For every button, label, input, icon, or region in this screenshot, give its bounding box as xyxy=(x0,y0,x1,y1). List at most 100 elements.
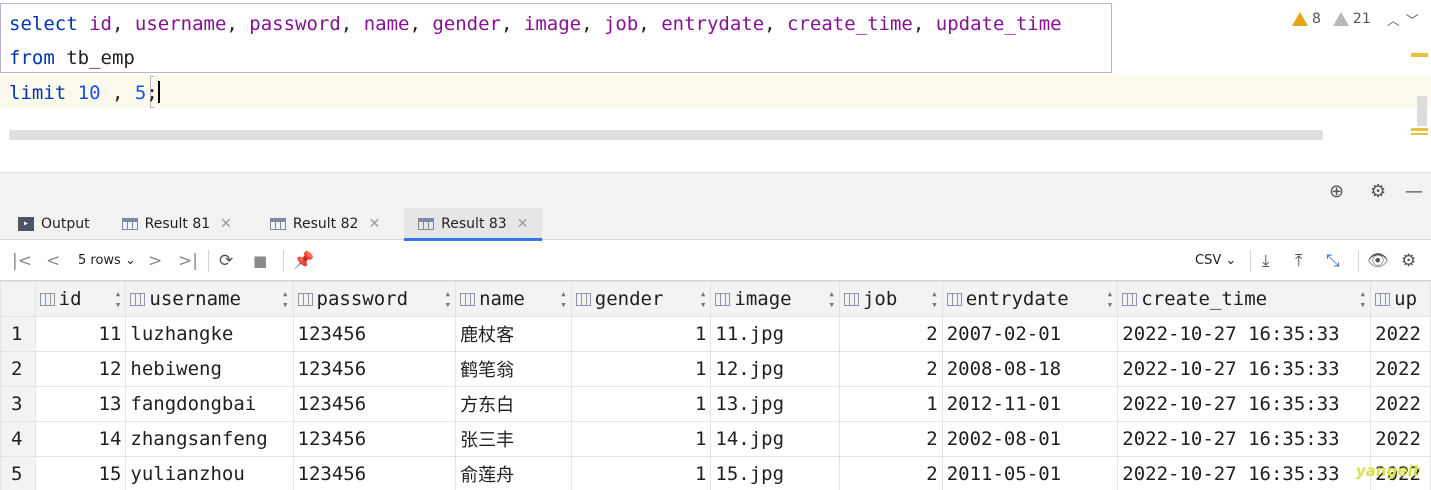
table-row[interactable]: 5 15 yulianzhou 123456 俞莲舟 1 15.jpg 2 2011-05-01… xyxy=(0,456,1431,490)
error-stripe-mark[interactable] xyxy=(1411,53,1428,57)
crosshair-icon[interactable]: ⊕ xyxy=(1329,181,1344,202)
cell-gender[interactable]: 1 xyxy=(570,316,712,352)
cell-entrydate[interactable]: 2011-05-01 xyxy=(941,456,1119,490)
cell-job[interactable]: 2 xyxy=(838,421,943,457)
sort-icon[interactable]: ▴ ▾ xyxy=(560,288,567,310)
tab-result-82[interactable]: Result 82 ✕ xyxy=(242,208,390,240)
cell-gender[interactable]: 1 xyxy=(570,351,712,387)
tab-result-81[interactable]: Result 81 ✕ xyxy=(100,208,242,240)
cell-create-time[interactable]: 2022-10-27 16:35:33 xyxy=(1117,351,1372,387)
cell-username[interactable]: zhangsanfeng xyxy=(125,421,294,457)
cell-name[interactable]: 鹤笔翁 xyxy=(455,351,572,387)
refresh-icon[interactable]: ⟳ xyxy=(219,250,233,272)
cell-create-time[interactable]: 2022-10-27 16:35:33 xyxy=(1117,386,1372,422)
gear-icon[interactable]: ⚙ xyxy=(1401,250,1416,272)
inspection-widget[interactable]: 8 21 ︿ ﹀ xyxy=(1292,9,1419,29)
cell-id[interactable]: 13 xyxy=(34,386,127,422)
cell-name[interactable]: 俞莲舟 xyxy=(455,456,572,490)
chevron-down-icon[interactable]: ﹀ xyxy=(1406,10,1419,29)
cell-id[interactable]: 14 xyxy=(34,421,127,457)
cell-update-time[interactable]: 2022 xyxy=(1370,316,1431,352)
cell-job[interactable]: 2 xyxy=(838,316,943,352)
cell-job[interactable]: 2 xyxy=(838,456,943,490)
error-stripe-mark[interactable] xyxy=(1411,133,1428,135)
cell-entrydate[interactable]: 2012-11-01 xyxy=(941,386,1119,422)
cell-job[interactable]: 2 xyxy=(838,351,943,387)
column-header-username[interactable]: username ▴ ▾ xyxy=(125,281,294,317)
column-header-image[interactable]: image ▴ ▾ xyxy=(710,281,840,317)
cell-password[interactable]: 123456 xyxy=(292,386,457,422)
cell-entrydate[interactable]: 2007-02-01 xyxy=(941,316,1119,352)
cell-entrydate[interactable]: 2008-08-18 xyxy=(941,351,1119,387)
row-number-cell[interactable]: 4 xyxy=(0,421,36,457)
cell-username[interactable]: fangdongbai xyxy=(125,386,294,422)
cell-create-time[interactable]: 2022-10-27 16:35:33 xyxy=(1117,421,1372,457)
code-line-1[interactable]: select id, username, password, name, gen… xyxy=(9,13,1062,35)
minimize-icon[interactable]: — xyxy=(1405,181,1423,202)
row-number-cell[interactable]: 3 xyxy=(0,386,36,422)
cell-username[interactable]: luzhangke xyxy=(125,316,294,352)
last-page-icon[interactable]: >| xyxy=(178,250,198,272)
table-row[interactable]: 1 11 luzhangke 123456 鹿杖客 1 11.jpg 2 2007-02-01 2… xyxy=(0,316,1431,352)
sort-icon[interactable]: ▴ ▾ xyxy=(444,288,451,310)
close-icon[interactable]: ✕ xyxy=(517,216,529,232)
upload-icon[interactable]: ⤒ xyxy=(1295,250,1303,272)
cell-entrydate[interactable]: 2002-08-01 xyxy=(941,421,1119,457)
sort-icon[interactable]: ▴ ▾ xyxy=(700,288,707,310)
code-line-2[interactable]: from tb_emp xyxy=(9,47,135,69)
code-line-3[interactable]: limit 10 , 5; xyxy=(9,81,160,104)
chevron-up-icon[interactable]: ︿ xyxy=(1387,10,1400,29)
first-page-icon[interactable]: |< xyxy=(12,250,32,272)
cell-password[interactable]: 123456 xyxy=(292,316,457,352)
cell-update-time[interactable]: 2022 xyxy=(1370,386,1431,422)
eye-icon[interactable]: 👁 xyxy=(1367,250,1389,272)
result-grid[interactable]: id ▴ ▾ username ▴ ▾ password ▴ ▾ name ▴ ▾ gender… xyxy=(0,281,1431,490)
cell-image[interactable]: 15.jpg xyxy=(710,456,840,490)
table-row[interactable]: 3 13 fangdongbai 123456 方东白 1 13.jpg 1 2012-11-0… xyxy=(0,386,1431,422)
close-icon[interactable]: ✕ xyxy=(368,216,380,232)
cell-gender[interactable]: 1 xyxy=(570,386,712,422)
column-header-name[interactable]: name ▴ ▾ xyxy=(455,281,572,317)
vertical-scrollbar[interactable] xyxy=(1417,96,1427,126)
cell-id[interactable]: 12 xyxy=(34,351,127,387)
cell-id[interactable]: 11 xyxy=(34,316,127,352)
download-icon[interactable]: ⤓ xyxy=(1262,250,1270,272)
cell-job[interactable]: 1 xyxy=(838,386,943,422)
row-number-cell[interactable]: 1 xyxy=(0,316,36,352)
cell-name[interactable]: 张三丰 xyxy=(455,421,572,457)
column-header-password[interactable]: password ▴ ▾ xyxy=(292,281,457,317)
export-format-selector[interactable]: CSV ⌄ xyxy=(1195,252,1236,270)
cell-gender[interactable]: 1 xyxy=(570,456,712,490)
column-header-create-time[interactable]: create_time ▴ ▾ xyxy=(1117,281,1372,317)
cell-update-time[interactable]: 2022 xyxy=(1370,421,1431,457)
compare-icon[interactable]: ⤡ xyxy=(1326,250,1340,272)
row-number-cell[interactable]: 5 xyxy=(0,456,36,490)
cell-password[interactable]: 123456 xyxy=(292,421,457,457)
cell-id[interactable]: 15 xyxy=(34,456,127,490)
row-number-cell[interactable]: 2 xyxy=(0,351,36,387)
previous-page-icon[interactable]: < xyxy=(46,250,60,272)
cell-username[interactable]: yulianzhou xyxy=(125,456,294,490)
cell-password[interactable]: 123456 xyxy=(292,351,457,387)
sort-icon[interactable]: ▴ ▾ xyxy=(115,288,122,310)
column-header-job[interactable]: job ▴ ▾ xyxy=(838,281,943,317)
column-header-entrydate[interactable]: entrydate ▴ ▾ xyxy=(941,281,1119,317)
close-icon[interactable]: ✕ xyxy=(220,216,232,232)
cell-create-time[interactable]: 2022-10-27 16:35:33 xyxy=(1117,316,1372,352)
cell-name[interactable]: 鹿杖客 xyxy=(455,316,572,352)
column-header-gender[interactable]: gender ▴ ▾ xyxy=(570,281,712,317)
gear-icon[interactable]: ⚙ xyxy=(1370,181,1386,202)
sort-icon[interactable]: ▴ ▾ xyxy=(931,288,938,310)
cell-gender[interactable]: 1 xyxy=(570,421,712,457)
cell-username[interactable]: hebiweng xyxy=(125,351,294,387)
cell-image[interactable]: 11.jpg xyxy=(710,316,840,352)
table-row[interactable]: 2 12 hebiweng 123456 鹤笔翁 1 12.jpg 2 2008-08-18 20… xyxy=(0,351,1431,387)
cell-image[interactable]: 14.jpg xyxy=(710,421,840,457)
cell-name[interactable]: 方东白 xyxy=(455,386,572,422)
cell-update-time[interactable]: 2022 xyxy=(1370,351,1431,387)
tab-output[interactable]: ▸ Output xyxy=(0,208,100,240)
stop-icon[interactable]: ■ xyxy=(253,250,267,272)
cell-image[interactable]: 12.jpg xyxy=(710,351,840,387)
sort-icon[interactable]: ▴ ▾ xyxy=(828,288,835,310)
sql-editor[interactable]: select id, username, password, name, gen… xyxy=(0,0,1431,143)
